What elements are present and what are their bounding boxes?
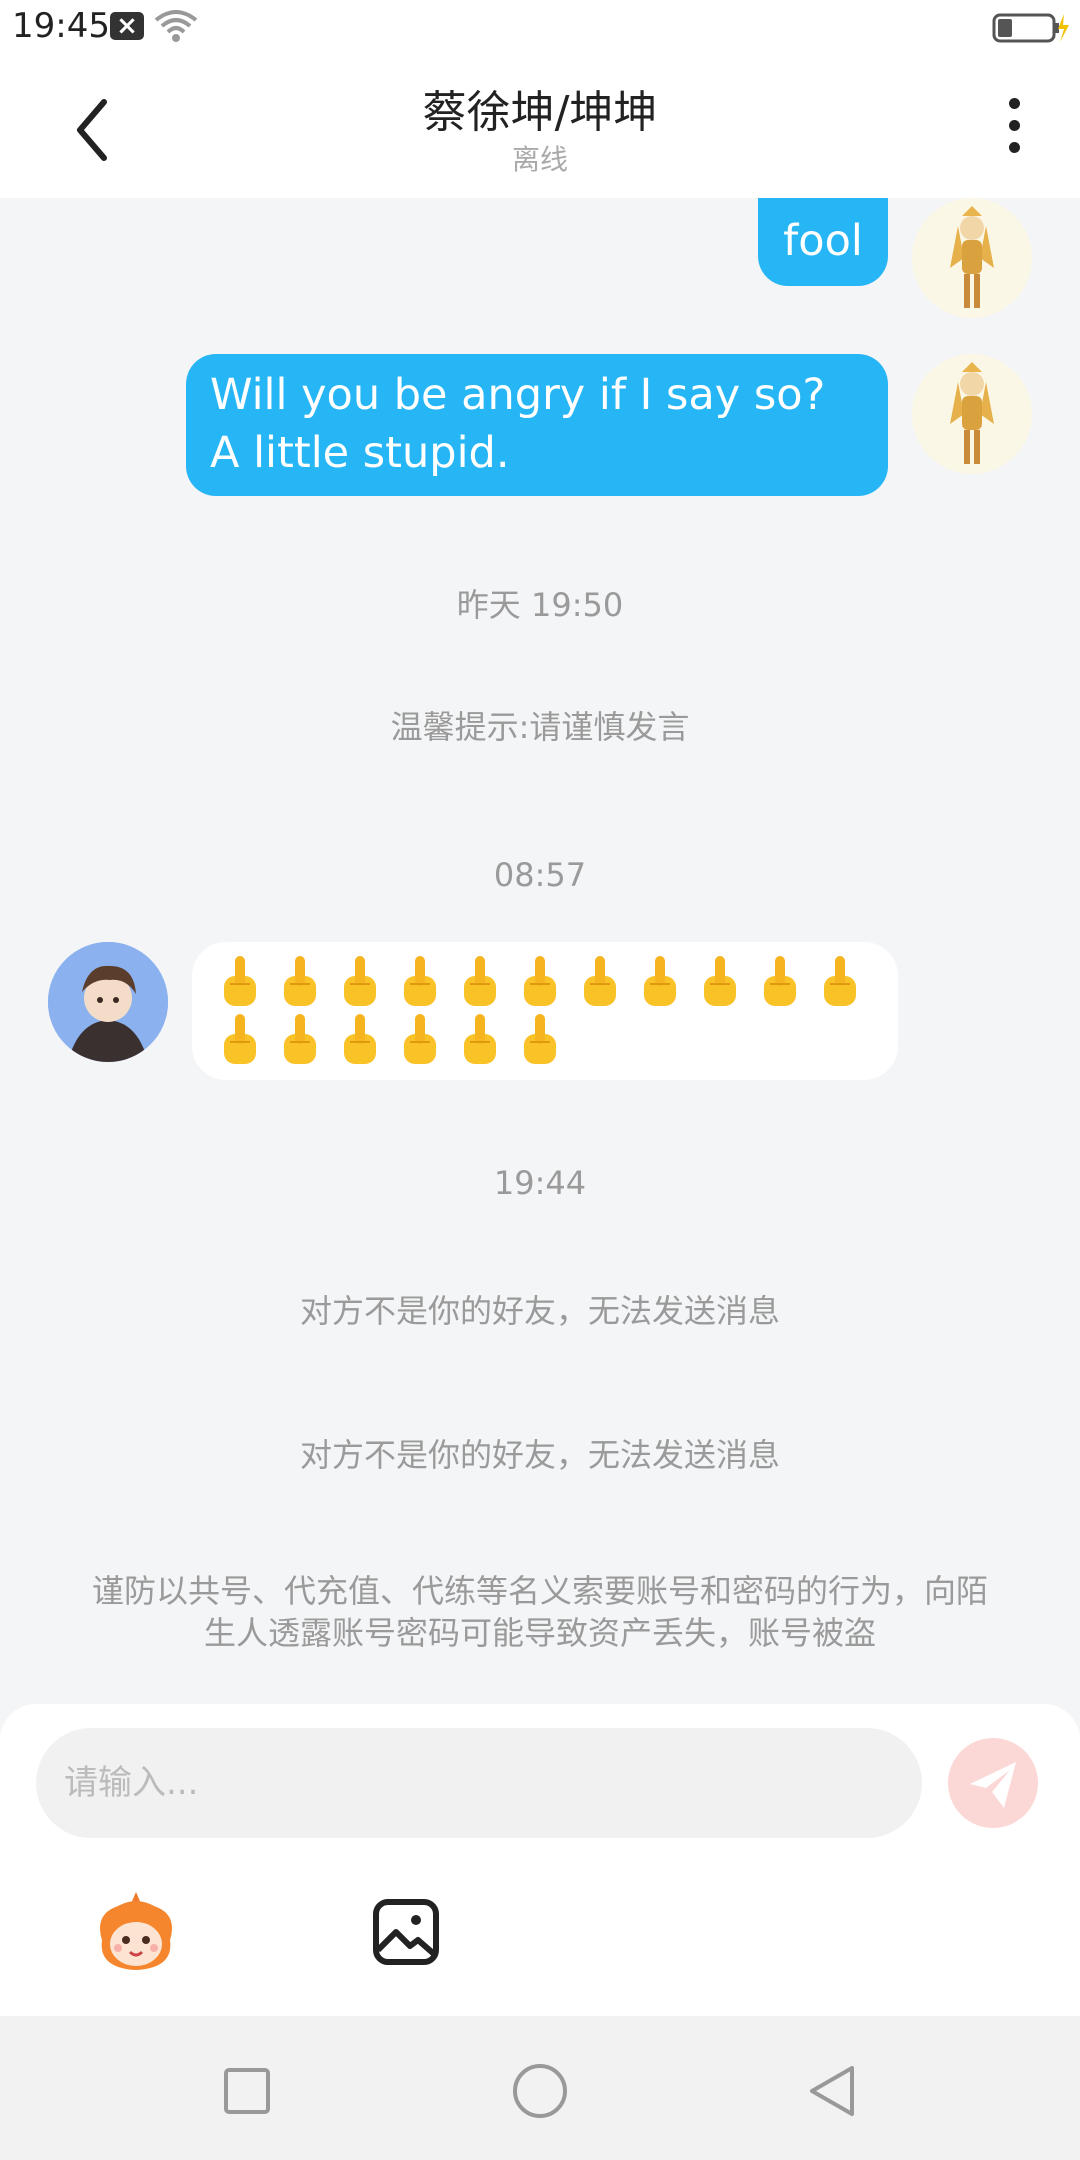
middle-finger-emoji-icon bbox=[224, 1014, 256, 1064]
not-friend-notice: 对方不是你的好友，无法发送消息 bbox=[299, 1292, 780, 1330]
dot-icon bbox=[1008, 98, 1020, 109]
message-input[interactable]: 请输入... bbox=[36, 1728, 922, 1838]
middle-finger-emoji-icon bbox=[464, 956, 496, 1006]
middle-finger-emoji-icon bbox=[584, 956, 616, 1006]
anime-character-avatar-icon bbox=[950, 362, 994, 464]
mascot-sticker-icon bbox=[100, 1892, 172, 1970]
middle-finger-emoji-icon bbox=[224, 956, 256, 1006]
timestamp: 19:44 bbox=[493, 1164, 587, 1202]
battery-icon bbox=[992, 12, 1070, 48]
sticker-button[interactable] bbox=[88, 1884, 184, 1980]
circle-icon bbox=[513, 2064, 567, 2118]
message-text: Will you be angry if I say so? A little … bbox=[210, 370, 826, 478]
self-avatar[interactable] bbox=[912, 198, 1032, 318]
middle-finger-emoji-icon bbox=[524, 1014, 556, 1064]
middle-finger-emoji-icon bbox=[644, 956, 676, 1006]
recents-button[interactable] bbox=[212, 2056, 282, 2126]
chat-title: 蔡徐坤/坤坤 bbox=[422, 87, 658, 138]
anime-character-avatar-icon bbox=[950, 206, 994, 308]
composer-panel: 请输入... bbox=[0, 1704, 1080, 2016]
self-avatar[interactable] bbox=[912, 354, 1032, 474]
middle-finger-emoji-icon bbox=[704, 956, 736, 1006]
send-button[interactable] bbox=[948, 1738, 1038, 1828]
image-button[interactable] bbox=[358, 1884, 454, 1980]
timestamp: 08:57 bbox=[493, 856, 587, 894]
more-options-button[interactable] bbox=[994, 98, 1034, 168]
home-button[interactable] bbox=[505, 2056, 575, 2126]
timestamp: 昨天 19:50 bbox=[456, 586, 624, 624]
middle-finger-emoji-icon bbox=[284, 1014, 316, 1064]
back-nav-button[interactable] bbox=[798, 2056, 868, 2126]
notification-icon: × bbox=[110, 12, 144, 40]
square-icon bbox=[224, 2068, 270, 2114]
middle-finger-emoji-icon bbox=[344, 1014, 376, 1064]
paper-plane-icon bbox=[970, 1762, 1016, 1808]
incoming-message[interactable] bbox=[192, 942, 898, 1080]
not-friend-notice: 对方不是你的好友，无法发送消息 bbox=[299, 1436, 780, 1474]
middle-finger-emoji-icon bbox=[764, 956, 796, 1006]
middle-finger-emoji-icon bbox=[404, 1014, 436, 1064]
emoji-row bbox=[216, 1012, 874, 1068]
system-nav-bar bbox=[0, 2016, 1080, 2160]
outgoing-message[interactable]: Will you be angry if I say so? A little … bbox=[186, 354, 888, 496]
status-bar: 19:45 × bbox=[0, 0, 1080, 56]
outgoing-message[interactable]: fool bbox=[758, 198, 888, 286]
emoji-row bbox=[216, 954, 874, 1010]
middle-finger-emoji-icon bbox=[824, 956, 856, 1006]
status-time: 19:45 bbox=[12, 6, 110, 46]
triangle-back-icon bbox=[810, 2066, 854, 2116]
middle-finger-emoji-icon bbox=[344, 956, 376, 1006]
middle-finger-emoji-icon bbox=[404, 956, 436, 1006]
middle-finger-emoji-icon bbox=[284, 956, 316, 1006]
anime-boy-avatar-icon bbox=[48, 942, 168, 1062]
dot-icon bbox=[1008, 120, 1020, 131]
contact-avatar[interactable] bbox=[48, 942, 168, 1062]
image-icon bbox=[373, 1899, 439, 1965]
system-tip: 温馨提示:请谨慎发言 bbox=[390, 708, 690, 746]
middle-finger-emoji-icon bbox=[464, 1014, 496, 1064]
chat-header: 蔡徐坤/坤坤 离线 bbox=[0, 56, 1080, 198]
dot-icon bbox=[1008, 142, 1020, 153]
security-warning: 谨防以共号、代充值、代练等名义索要账号和密码的行为，向陌生人透露账号密码可能导致… bbox=[91, 1572, 988, 1652]
presence-status: 离线 bbox=[511, 143, 568, 176]
wifi-icon bbox=[154, 8, 198, 48]
message-text: fool bbox=[783, 216, 863, 266]
middle-finger-emoji-icon bbox=[524, 956, 556, 1006]
